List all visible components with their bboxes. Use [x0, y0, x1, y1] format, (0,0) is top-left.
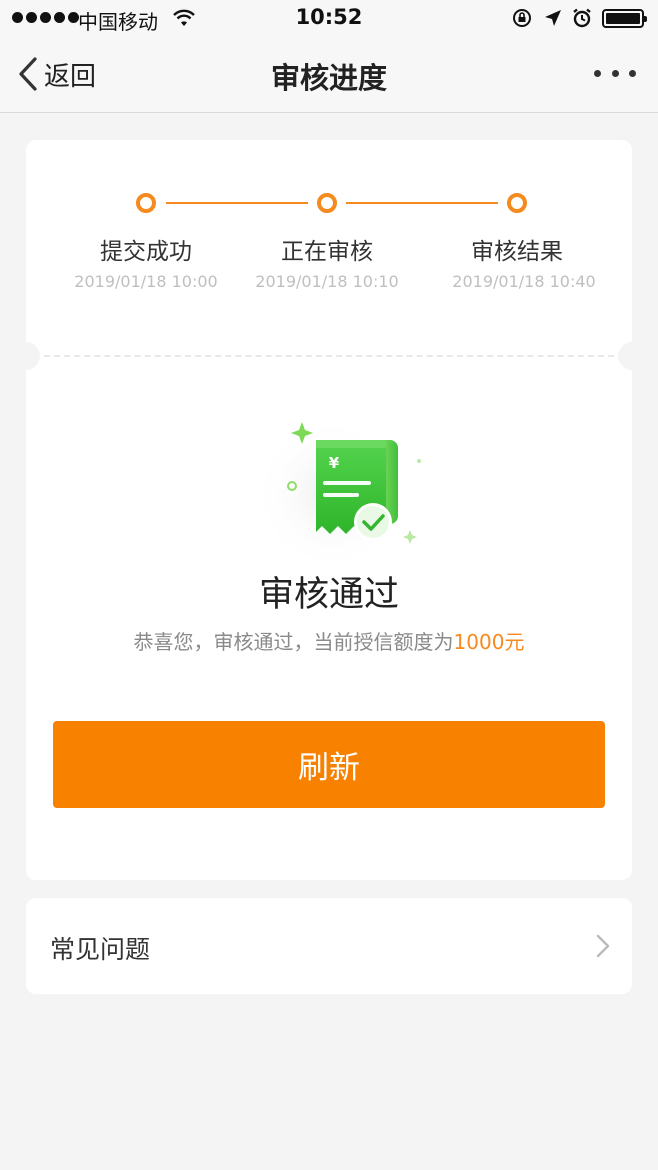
- more-dots-icon[interactable]: [594, 60, 636, 86]
- step-label-submitted: 提交成功: [100, 239, 192, 265]
- step-time-result: 2019/01/18 10:40: [452, 272, 596, 291]
- result-title: 审核通过: [258, 575, 399, 615]
- battery-icon: [602, 8, 647, 28]
- review-progress-card: 提交成功 正在审核 审核结果 2019/01/18 10:00 2019/01/…: [12, 140, 646, 880]
- step-label-result: 审核结果: [471, 239, 563, 265]
- receipt-approved-icon: ¥: [253, 416, 421, 572]
- status-bar: 中国移动 10:52: [0, 0, 658, 36]
- card-notch: [618, 342, 646, 370]
- result-description: 恭喜您，审核通过，当前授信额度为1000元: [26, 626, 632, 655]
- step-time-submitted: 2019/01/18 10:00: [74, 272, 218, 291]
- result-description-text: 恭喜您，审核通过，当前授信额度为: [133, 630, 454, 654]
- progress-step-dot: [507, 193, 527, 213]
- refresh-button[interactable]: 刷新: [53, 721, 605, 808]
- faq-row[interactable]: 常见问题: [26, 898, 632, 994]
- faq-label: 常见问题: [50, 935, 151, 964]
- progress-step-dot: [317, 193, 337, 213]
- progress-connector: [166, 202, 308, 204]
- step-time-reviewing: 2019/01/18 10:10: [255, 272, 399, 291]
- page-title: 审核进度: [270, 61, 387, 95]
- location-arrow-icon: [545, 10, 561, 26]
- navigation-bar: 返回 审核进度: [0, 36, 658, 113]
- step-label-reviewing: 正在审核: [281, 239, 373, 265]
- chevron-right-icon: [596, 934, 610, 958]
- alarm-icon: [573, 8, 591, 28]
- orientation-lock-icon: [513, 9, 531, 27]
- progress-step-dot: [136, 193, 156, 213]
- card-notch: [12, 342, 40, 370]
- svg-text:¥: ¥: [329, 454, 340, 472]
- dashed-divider: [44, 355, 614, 357]
- credit-amount: 1000元: [453, 630, 525, 654]
- progress-connector: [346, 202, 498, 204]
